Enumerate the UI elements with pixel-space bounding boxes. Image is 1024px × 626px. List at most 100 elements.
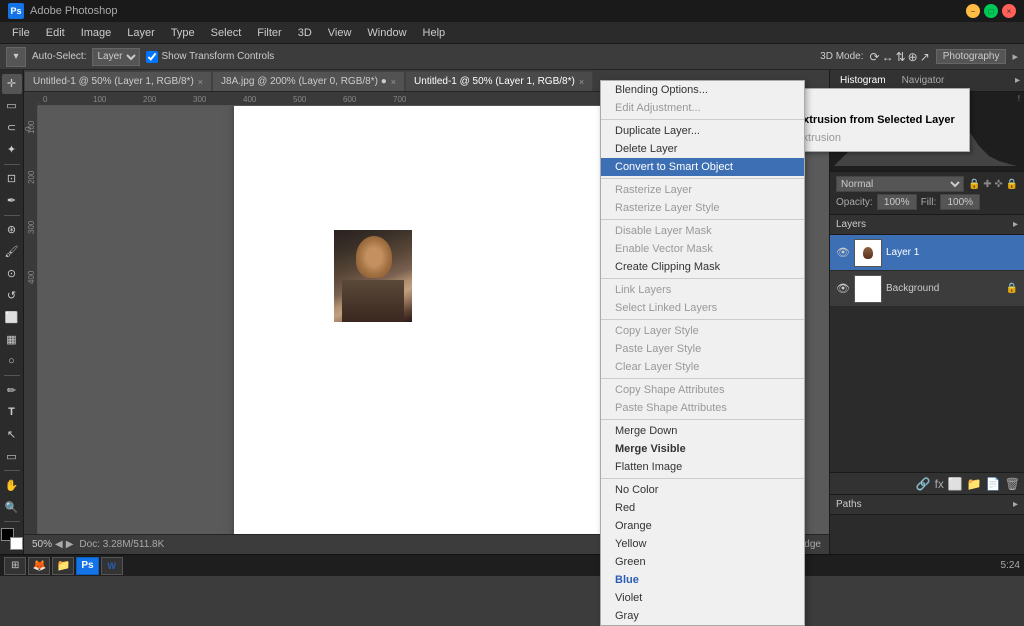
- opacity-input[interactable]: [877, 194, 917, 210]
- ctx-clear-style: Clear Layer Style: [601, 358, 804, 376]
- add-mask-btn[interactable]: ⬜: [948, 477, 963, 491]
- ctx-delete-layer[interactable]: Delete Layer: [601, 140, 804, 158]
- tab-untitled-active[interactable]: Untitled-1 @ 50% (Layer 1, RGB/8*) ×: [405, 71, 593, 91]
- tab-histogram[interactable]: Histogram: [834, 73, 892, 89]
- menu-file[interactable]: File: [4, 25, 38, 41]
- svg-text:700: 700: [393, 95, 407, 104]
- maximize-button[interactable]: □: [984, 4, 998, 18]
- blend-mode-dropdown[interactable]: Normal: [836, 176, 964, 192]
- ctx-merge-down[interactable]: Merge Down: [601, 422, 804, 440]
- ctx-merge-visible[interactable]: Merge Visible: [601, 440, 804, 458]
- ctx-green[interactable]: Green: [601, 553, 804, 571]
- path-select-tool[interactable]: ↖: [2, 424, 22, 444]
- ctx-red[interactable]: Red: [601, 499, 804, 517]
- panel-toggle[interactable]: ▸: [1012, 50, 1018, 63]
- tool-divider-3: [4, 375, 20, 376]
- folder-button[interactable]: 📁: [52, 557, 74, 575]
- menu-help[interactable]: Help: [415, 25, 454, 41]
- menu-window[interactable]: Window: [359, 25, 414, 41]
- 3d-controls: ⟳ ↔ ⇅ ⊕ ↗: [870, 50, 930, 64]
- ctx-convert-smart-object[interactable]: Convert to Smart Object: [601, 158, 804, 176]
- ctx-blue[interactable]: Blue: [601, 571, 804, 589]
- menu-view[interactable]: View: [320, 25, 360, 41]
- menu-3d[interactable]: 3D: [290, 25, 320, 41]
- shape-tool[interactable]: ▭: [2, 446, 22, 466]
- menu-select[interactable]: Select: [203, 25, 250, 41]
- menu-edit[interactable]: Edit: [38, 25, 73, 41]
- status-nav-left[interactable]: ◀: [55, 539, 63, 550]
- link-layers-btn[interactable]: 🔗: [916, 477, 931, 491]
- ctx-yellow[interactable]: Yellow: [601, 535, 804, 553]
- eyedropper-tool[interactable]: ✒: [2, 191, 22, 211]
- tab-untitled-1[interactable]: Untitled-1 @ 50% (Layer 1, RGB/8*) ×: [24, 71, 212, 91]
- new-layer-btn[interactable]: 📄: [986, 477, 1001, 491]
- hand-tool[interactable]: ✋: [2, 475, 22, 495]
- status-nav-right[interactable]: ▶: [66, 539, 74, 550]
- tab-navigator[interactable]: Navigator: [896, 73, 951, 89]
- ctx-blending-options[interactable]: Blending Options...: [601, 81, 804, 99]
- zoom-display[interactable]: 50% ◀ ▶: [32, 539, 73, 550]
- clone-tool[interactable]: ⊙: [2, 264, 22, 284]
- color-swatches[interactable]: [1, 528, 23, 550]
- minimize-button[interactable]: −: [966, 4, 980, 18]
- firefox-button[interactable]: 🦊: [28, 557, 50, 575]
- marquee-tool[interactable]: ▭: [2, 96, 22, 116]
- ctx-flatten-image[interactable]: Flatten Image: [601, 458, 804, 476]
- close-button[interactable]: ×: [1002, 4, 1016, 18]
- lasso-tool[interactable]: ⊂: [2, 118, 22, 138]
- context-menu: Blending Options... Edit Adjustment... D…: [600, 80, 805, 626]
- zoom-tool[interactable]: 🔍: [2, 497, 22, 517]
- tab-close-2[interactable]: ×: [391, 77, 396, 87]
- auto-select-dropdown[interactable]: Layer: [92, 48, 140, 66]
- fill-input[interactable]: [940, 194, 980, 210]
- layer-item-1[interactable]: 👁 Layer 1: [830, 235, 1024, 271]
- menu-type[interactable]: Type: [163, 25, 203, 41]
- ps-button[interactable]: Ps: [76, 557, 98, 575]
- tab-close-1[interactable]: ×: [198, 77, 203, 87]
- background-color[interactable]: [10, 537, 23, 550]
- paths-panel: Paths ▸: [830, 494, 1024, 554]
- text-tool[interactable]: T: [2, 402, 22, 422]
- ruler-vertical: 0 100 200 300 400: [24, 106, 38, 534]
- dodge-tool[interactable]: ○: [2, 351, 22, 371]
- heal-tool[interactable]: ⊛: [2, 220, 22, 240]
- show-transform-checkbox-label[interactable]: Show Transform Controls: [146, 51, 274, 63]
- options-bar: ▾ Auto-Select: Layer Show Transform Cont…: [0, 44, 1024, 70]
- tab-j8a[interactable]: J8A.jpg @ 200% (Layer 0, RGB/8*) ● ×: [212, 71, 405, 91]
- show-transform-checkbox[interactable]: [146, 51, 158, 63]
- svg-text:300: 300: [27, 220, 36, 234]
- panel-options[interactable]: ▸: [1015, 75, 1020, 86]
- add-style-btn[interactable]: fx: [935, 477, 944, 491]
- layers-options-icon[interactable]: ▸: [1013, 219, 1018, 230]
- magic-wand-tool[interactable]: ✦: [2, 140, 22, 160]
- menu-layer[interactable]: Layer: [119, 25, 163, 41]
- workspace-selector[interactable]: Photography: [936, 49, 1007, 64]
- new-group-btn[interactable]: 📁: [967, 477, 982, 491]
- ctx-duplicate-layer[interactable]: Duplicate Layer...: [601, 122, 804, 140]
- start-button[interactable]: ⊞: [4, 557, 26, 575]
- menu-image[interactable]: Image: [73, 25, 120, 41]
- layer-eye-bg[interactable]: 👁: [836, 282, 850, 295]
- layer-eye-1[interactable]: 👁: [836, 246, 850, 259]
- tool-preset[interactable]: ▾: [6, 47, 26, 67]
- paths-options[interactable]: ▸: [1013, 499, 1018, 510]
- move-tool[interactable]: ✛: [2, 74, 22, 94]
- delete-layer-btn[interactable]: 🗑: [1005, 477, 1020, 491]
- menu-filter[interactable]: Filter: [249, 25, 289, 41]
- ctx-orange[interactable]: Orange: [601, 517, 804, 535]
- ctx-gray[interactable]: Gray: [601, 607, 804, 625]
- gradient-tool[interactable]: ▦: [2, 329, 22, 349]
- history-brush-tool[interactable]: ↺: [2, 286, 22, 306]
- pen-tool[interactable]: ✏: [2, 380, 22, 400]
- layer-item-background[interactable]: 👁 Background 🔒: [830, 271, 1024, 307]
- eraser-tool[interactable]: ⬜: [2, 308, 22, 328]
- auto-select-label: Auto-Select:: [32, 51, 86, 62]
- tab-close-3[interactable]: ×: [579, 77, 584, 87]
- ctx-create-clipping[interactable]: Create Clipping Mask: [601, 258, 804, 276]
- crop-tool[interactable]: ⊡: [2, 169, 22, 189]
- ctx-no-color[interactable]: No Color: [601, 481, 804, 499]
- word-button[interactable]: W: [101, 557, 123, 575]
- tool-divider-1: [4, 164, 20, 165]
- brush-tool[interactable]: 🖌: [2, 242, 22, 262]
- ctx-violet[interactable]: Violet: [601, 589, 804, 607]
